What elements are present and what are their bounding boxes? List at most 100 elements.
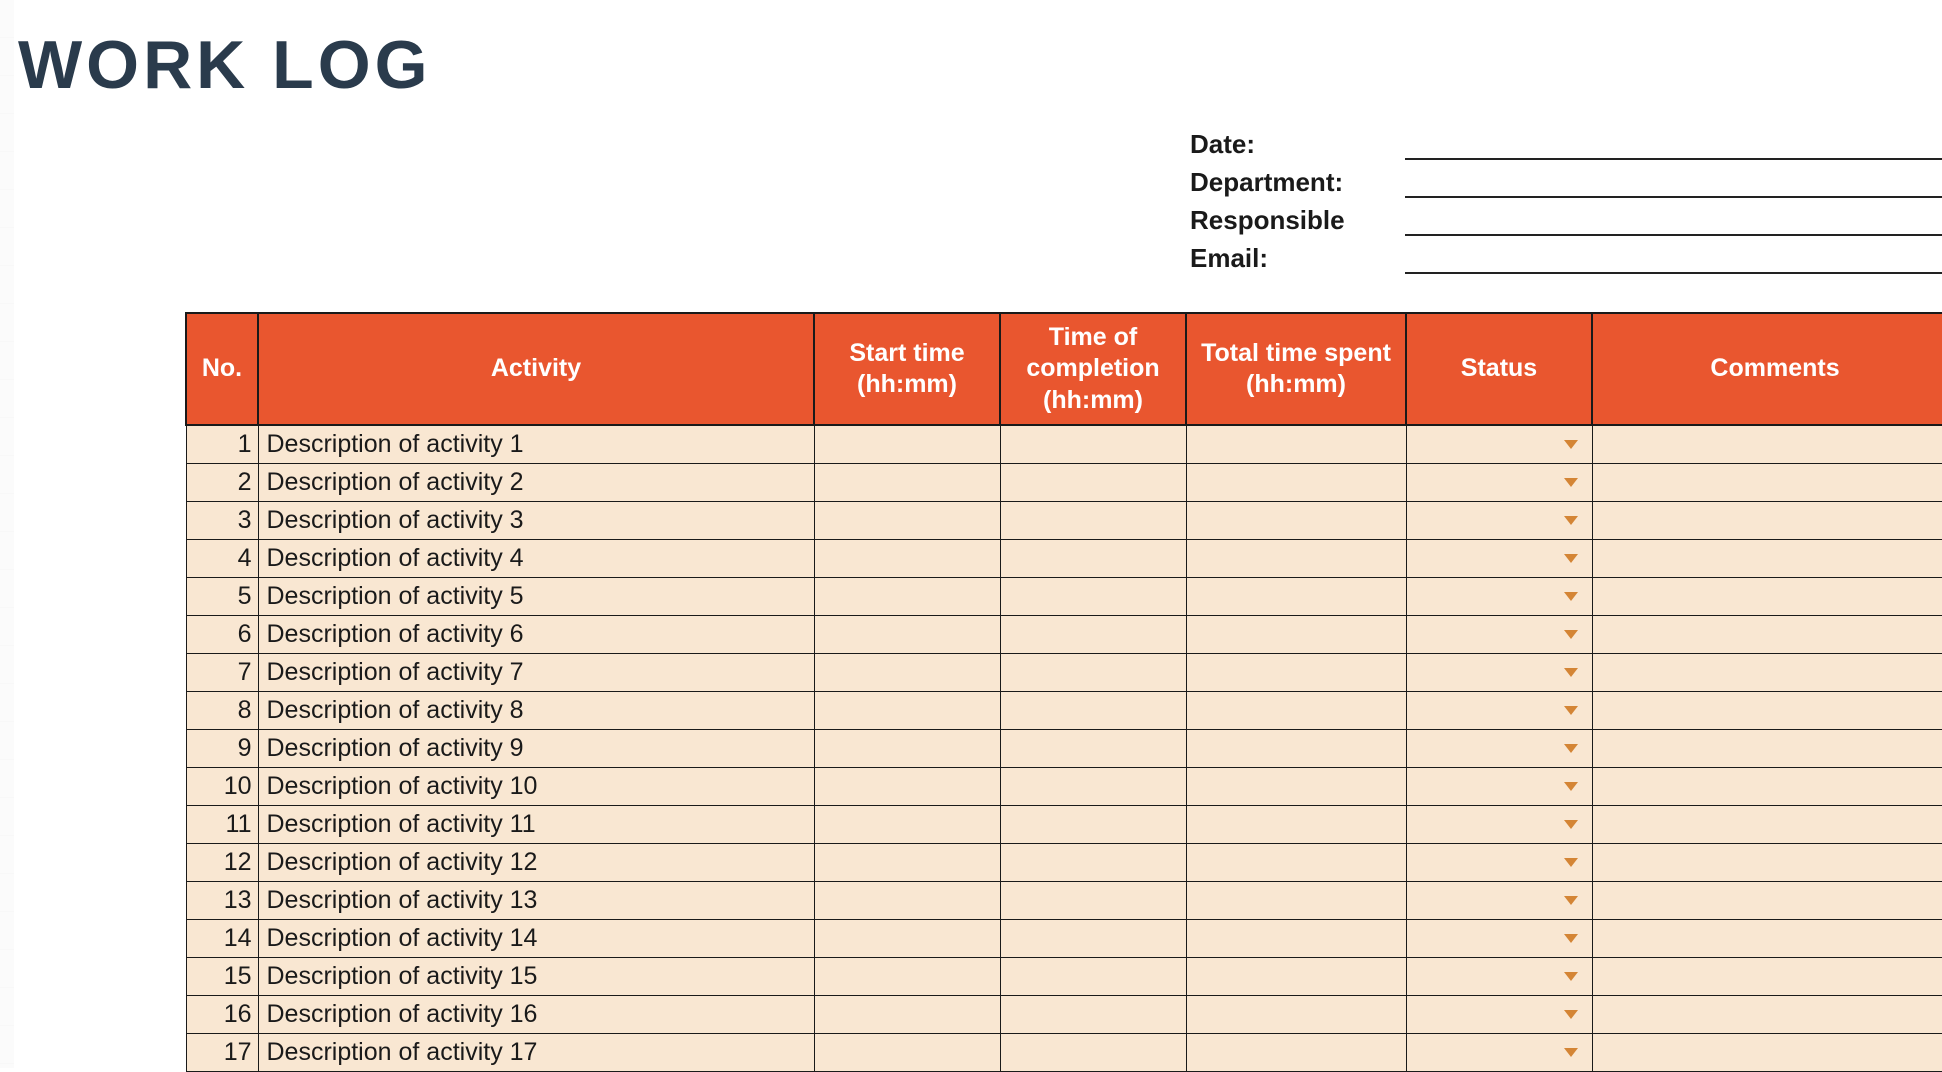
cell-comments[interactable] xyxy=(1592,919,1942,957)
cell-total[interactable] xyxy=(1186,1033,1406,1071)
cell-total[interactable] xyxy=(1186,577,1406,615)
cell-activity[interactable]: Description of activity 5 xyxy=(258,577,814,615)
cell-activity[interactable]: Description of activity 2 xyxy=(258,463,814,501)
cell-start[interactable] xyxy=(814,501,1000,539)
cell-activity[interactable]: Description of activity 16 xyxy=(258,995,814,1033)
cell-end[interactable] xyxy=(1000,1033,1186,1071)
cell-total[interactable] xyxy=(1186,957,1406,995)
status-dropdown[interactable] xyxy=(1407,958,1592,995)
cell-start[interactable] xyxy=(814,425,1000,463)
cell-activity[interactable]: Description of activity 9 xyxy=(258,729,814,767)
cell-start[interactable] xyxy=(814,539,1000,577)
cell-comments[interactable] xyxy=(1592,425,1942,463)
cell-end[interactable] xyxy=(1000,577,1186,615)
cell-activity[interactable]: Description of activity 12 xyxy=(258,843,814,881)
cell-total[interactable] xyxy=(1186,615,1406,653)
cell-activity[interactable]: Description of activity 6 xyxy=(258,615,814,653)
cell-no[interactable]: 3 xyxy=(186,501,258,539)
status-dropdown[interactable] xyxy=(1407,502,1592,539)
cell-activity[interactable]: Description of activity 17 xyxy=(258,1033,814,1071)
cell-total[interactable] xyxy=(1186,539,1406,577)
cell-comments[interactable] xyxy=(1592,1033,1942,1071)
status-dropdown[interactable] xyxy=(1407,1034,1592,1071)
cell-no[interactable]: 10 xyxy=(186,767,258,805)
cell-end[interactable] xyxy=(1000,691,1186,729)
cell-start[interactable] xyxy=(814,1033,1000,1071)
cell-start[interactable] xyxy=(814,995,1000,1033)
cell-end[interactable] xyxy=(1000,463,1186,501)
status-dropdown[interactable] xyxy=(1407,464,1592,501)
cell-activity[interactable]: Description of activity 8 xyxy=(258,691,814,729)
cell-no[interactable]: 4 xyxy=(186,539,258,577)
cell-start[interactable] xyxy=(814,767,1000,805)
cell-status[interactable] xyxy=(1406,729,1592,767)
cell-activity[interactable]: Description of activity 1 xyxy=(258,425,814,463)
cell-activity[interactable]: Description of activity 15 xyxy=(258,957,814,995)
cell-status[interactable] xyxy=(1406,767,1592,805)
date-input[interactable] xyxy=(1405,130,1942,160)
cell-comments[interactable] xyxy=(1592,881,1942,919)
department-input[interactable] xyxy=(1405,168,1942,198)
status-dropdown[interactable] xyxy=(1407,920,1592,957)
responsible-input[interactable] xyxy=(1405,206,1942,236)
cell-status[interactable] xyxy=(1406,463,1592,501)
cell-no[interactable]: 2 xyxy=(186,463,258,501)
cell-status[interactable] xyxy=(1406,577,1592,615)
cell-start[interactable] xyxy=(814,805,1000,843)
cell-start[interactable] xyxy=(814,653,1000,691)
cell-total[interactable] xyxy=(1186,501,1406,539)
cell-status[interactable] xyxy=(1406,919,1592,957)
cell-no[interactable]: 1 xyxy=(186,425,258,463)
cell-end[interactable] xyxy=(1000,767,1186,805)
cell-end[interactable] xyxy=(1000,919,1186,957)
cell-total[interactable] xyxy=(1186,463,1406,501)
status-dropdown[interactable] xyxy=(1407,844,1592,881)
cell-comments[interactable] xyxy=(1592,729,1942,767)
cell-total[interactable] xyxy=(1186,767,1406,805)
cell-status[interactable] xyxy=(1406,1033,1592,1071)
status-dropdown[interactable] xyxy=(1407,578,1592,615)
cell-no[interactable]: 9 xyxy=(186,729,258,767)
cell-activity[interactable]: Description of activity 14 xyxy=(258,919,814,957)
cell-end[interactable] xyxy=(1000,539,1186,577)
cell-no[interactable]: 14 xyxy=(186,919,258,957)
cell-total[interactable] xyxy=(1186,691,1406,729)
status-dropdown[interactable] xyxy=(1407,692,1592,729)
cell-status[interactable] xyxy=(1406,843,1592,881)
cell-status[interactable] xyxy=(1406,653,1592,691)
cell-activity[interactable]: Description of activity 10 xyxy=(258,767,814,805)
cell-start[interactable] xyxy=(814,691,1000,729)
cell-comments[interactable] xyxy=(1592,805,1942,843)
cell-end[interactable] xyxy=(1000,881,1186,919)
cell-comments[interactable] xyxy=(1592,691,1942,729)
cell-total[interactable] xyxy=(1186,919,1406,957)
status-dropdown[interactable] xyxy=(1407,654,1592,691)
cell-no[interactable]: 17 xyxy=(186,1033,258,1071)
cell-status[interactable] xyxy=(1406,501,1592,539)
status-dropdown[interactable] xyxy=(1407,882,1592,919)
cell-total[interactable] xyxy=(1186,995,1406,1033)
cell-activity[interactable]: Description of activity 3 xyxy=(258,501,814,539)
cell-no[interactable]: 15 xyxy=(186,957,258,995)
cell-end[interactable] xyxy=(1000,729,1186,767)
cell-start[interactable] xyxy=(814,957,1000,995)
status-dropdown[interactable] xyxy=(1407,426,1592,463)
cell-comments[interactable] xyxy=(1592,463,1942,501)
cell-activity[interactable]: Description of activity 13 xyxy=(258,881,814,919)
cell-status[interactable] xyxy=(1406,805,1592,843)
cell-no[interactable]: 6 xyxy=(186,615,258,653)
cell-end[interactable] xyxy=(1000,843,1186,881)
cell-status[interactable] xyxy=(1406,615,1592,653)
status-dropdown[interactable] xyxy=(1407,540,1592,577)
cell-status[interactable] xyxy=(1406,425,1592,463)
status-dropdown[interactable] xyxy=(1407,806,1592,843)
status-dropdown[interactable] xyxy=(1407,768,1592,805)
email-input[interactable] xyxy=(1405,244,1942,274)
cell-comments[interactable] xyxy=(1592,577,1942,615)
status-dropdown[interactable] xyxy=(1407,730,1592,767)
cell-comments[interactable] xyxy=(1592,615,1942,653)
cell-comments[interactable] xyxy=(1592,539,1942,577)
cell-no[interactable]: 11 xyxy=(186,805,258,843)
cell-start[interactable] xyxy=(814,919,1000,957)
cell-end[interactable] xyxy=(1000,957,1186,995)
